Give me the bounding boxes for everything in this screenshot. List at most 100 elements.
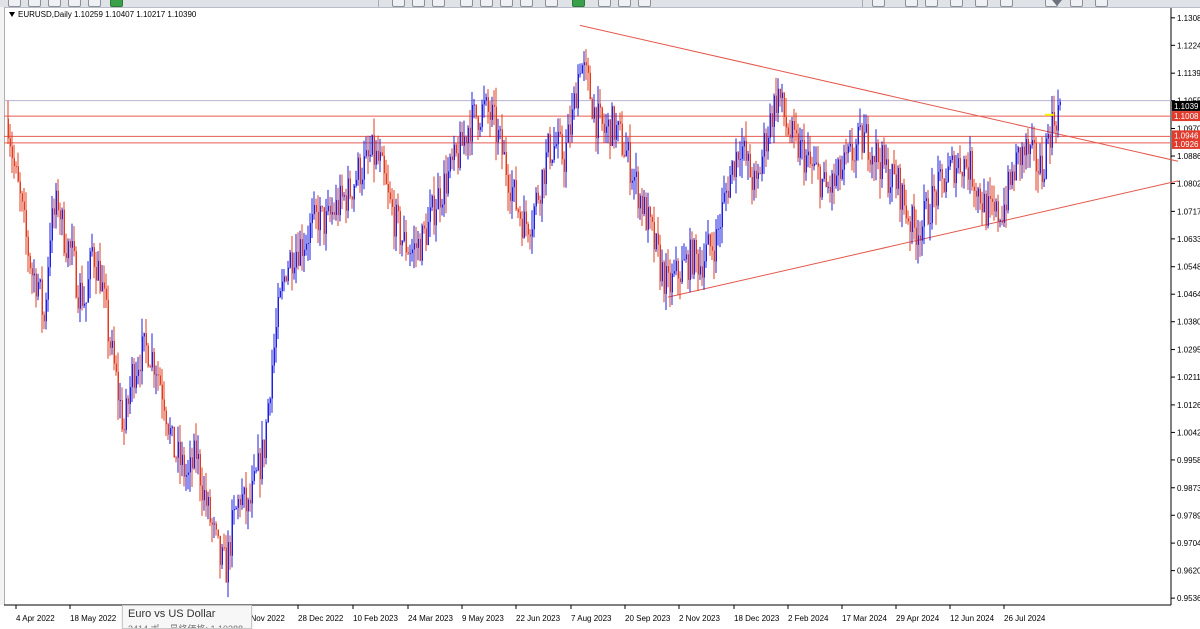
candle-body [459, 131, 461, 168]
toolbar-button[interactable] [68, 0, 81, 7]
candle-body [21, 193, 23, 202]
candle-body [571, 109, 573, 135]
candle-body [147, 345, 149, 367]
toolbar-button[interactable] [1000, 0, 1013, 7]
candle-body [783, 92, 785, 118]
candle-body [937, 171, 939, 206]
toolbar-button[interactable] [872, 0, 885, 7]
candle-body [649, 207, 651, 217]
candle-body [773, 95, 775, 127]
collapse-arrow-icon[interactable] [9, 12, 15, 18]
y-tick-label: 1.0126 [1177, 401, 1200, 410]
candle-body [881, 145, 883, 180]
y-tick-label: 0.9620 [1177, 567, 1200, 576]
new-order-icon[interactable] [110, 0, 123, 7]
toolbar-button[interactable] [975, 0, 988, 7]
candle-body [759, 172, 761, 174]
candle-body [267, 403, 269, 423]
toolbar-button[interactable] [638, 0, 651, 7]
toolbar-button[interactable] [480, 0, 493, 7]
toolbar-button[interactable] [432, 0, 445, 7]
price-chart[interactable]: 1.13081.12241.11391.10551.09701.08861.08… [0, 7, 1200, 627]
candle-body [219, 536, 221, 565]
candle-body [873, 155, 875, 163]
candle-body [355, 179, 357, 186]
toolbar-button[interactable] [412, 0, 425, 7]
toolbar-button[interactable] [925, 0, 938, 7]
candle-body [753, 170, 755, 190]
toolbar-button[interactable] [545, 0, 558, 7]
candle-body [1035, 143, 1037, 172]
candle-body [607, 119, 609, 127]
x-tick-label: 28 Dec 2022 [298, 614, 344, 623]
candle-body [477, 116, 479, 130]
candle-body [37, 282, 39, 297]
candles-group [7, 49, 1061, 598]
candle-body [47, 267, 49, 300]
x-tick-label: 17 Mar 2024 [842, 614, 887, 623]
candle-body [279, 291, 281, 298]
candle-body [787, 127, 789, 135]
x-tick-label: 20 Sep 2023 [625, 614, 671, 623]
candle-body [409, 253, 411, 255]
toolbar-button[interactable] [905, 0, 918, 7]
candle-body [943, 178, 945, 192]
candle-body [999, 220, 1001, 222]
candle-body [423, 225, 425, 229]
candle-body [959, 158, 961, 173]
toolbar-button[interactable] [500, 0, 513, 7]
candle-body [285, 276, 287, 281]
toolbar-button[interactable] [520, 0, 533, 7]
candle-body [703, 261, 705, 278]
candle-body [931, 186, 933, 224]
candle-body [643, 197, 645, 214]
toolbar-button[interactable] [572, 0, 585, 7]
x-tick-label: 2 Nov 2023 [679, 614, 720, 623]
candle-body [481, 104, 483, 128]
candle-body [417, 238, 419, 248]
candle-body [711, 246, 713, 251]
toolbar-button[interactable] [88, 0, 101, 7]
candle-body [499, 129, 501, 131]
toolbar-button[interactable] [460, 0, 473, 7]
candle-body [301, 239, 303, 256]
toolbar-button[interactable] [28, 0, 41, 7]
toolbar-button[interactable] [618, 0, 631, 7]
toolbar-button[interactable] [48, 0, 61, 7]
candle-body [1009, 171, 1011, 185]
toolbar-button[interactable] [8, 0, 21, 7]
candle-body [1033, 140, 1035, 144]
candle-body [321, 206, 323, 208]
candle-body [829, 186, 831, 193]
candle-body [699, 266, 701, 275]
candle-body [721, 202, 723, 228]
candle-body [331, 212, 333, 215]
candle-body [621, 123, 623, 155]
candle-body [131, 364, 133, 388]
candle-body [545, 152, 547, 185]
candle-body [33, 273, 35, 276]
candle-body [515, 180, 517, 210]
candle-body [261, 439, 263, 480]
candle-body [265, 422, 267, 459]
candle-body [859, 125, 861, 127]
candle-body [237, 499, 239, 508]
candle-body [549, 134, 551, 163]
candle-body [687, 254, 689, 280]
candle-body [653, 221, 655, 250]
candle-body [867, 124, 869, 160]
candle-body [341, 185, 343, 197]
toolbar-button[interactable] [1095, 0, 1108, 7]
candle-body [603, 123, 605, 133]
toolbar-button[interactable] [1070, 0, 1083, 7]
candle-body [393, 206, 395, 237]
toolbar-button[interactable] [392, 0, 405, 7]
toolbar-button[interactable] [950, 0, 963, 7]
toolbar-button[interactable] [598, 0, 611, 7]
y-tick-label: 1.1308 [1177, 14, 1200, 23]
chart-shift-marker-icon[interactable] [1052, 0, 1062, 6]
candle-body [373, 135, 375, 165]
candle-body [293, 267, 295, 274]
candle-body [975, 190, 977, 197]
candle-body [757, 172, 759, 179]
